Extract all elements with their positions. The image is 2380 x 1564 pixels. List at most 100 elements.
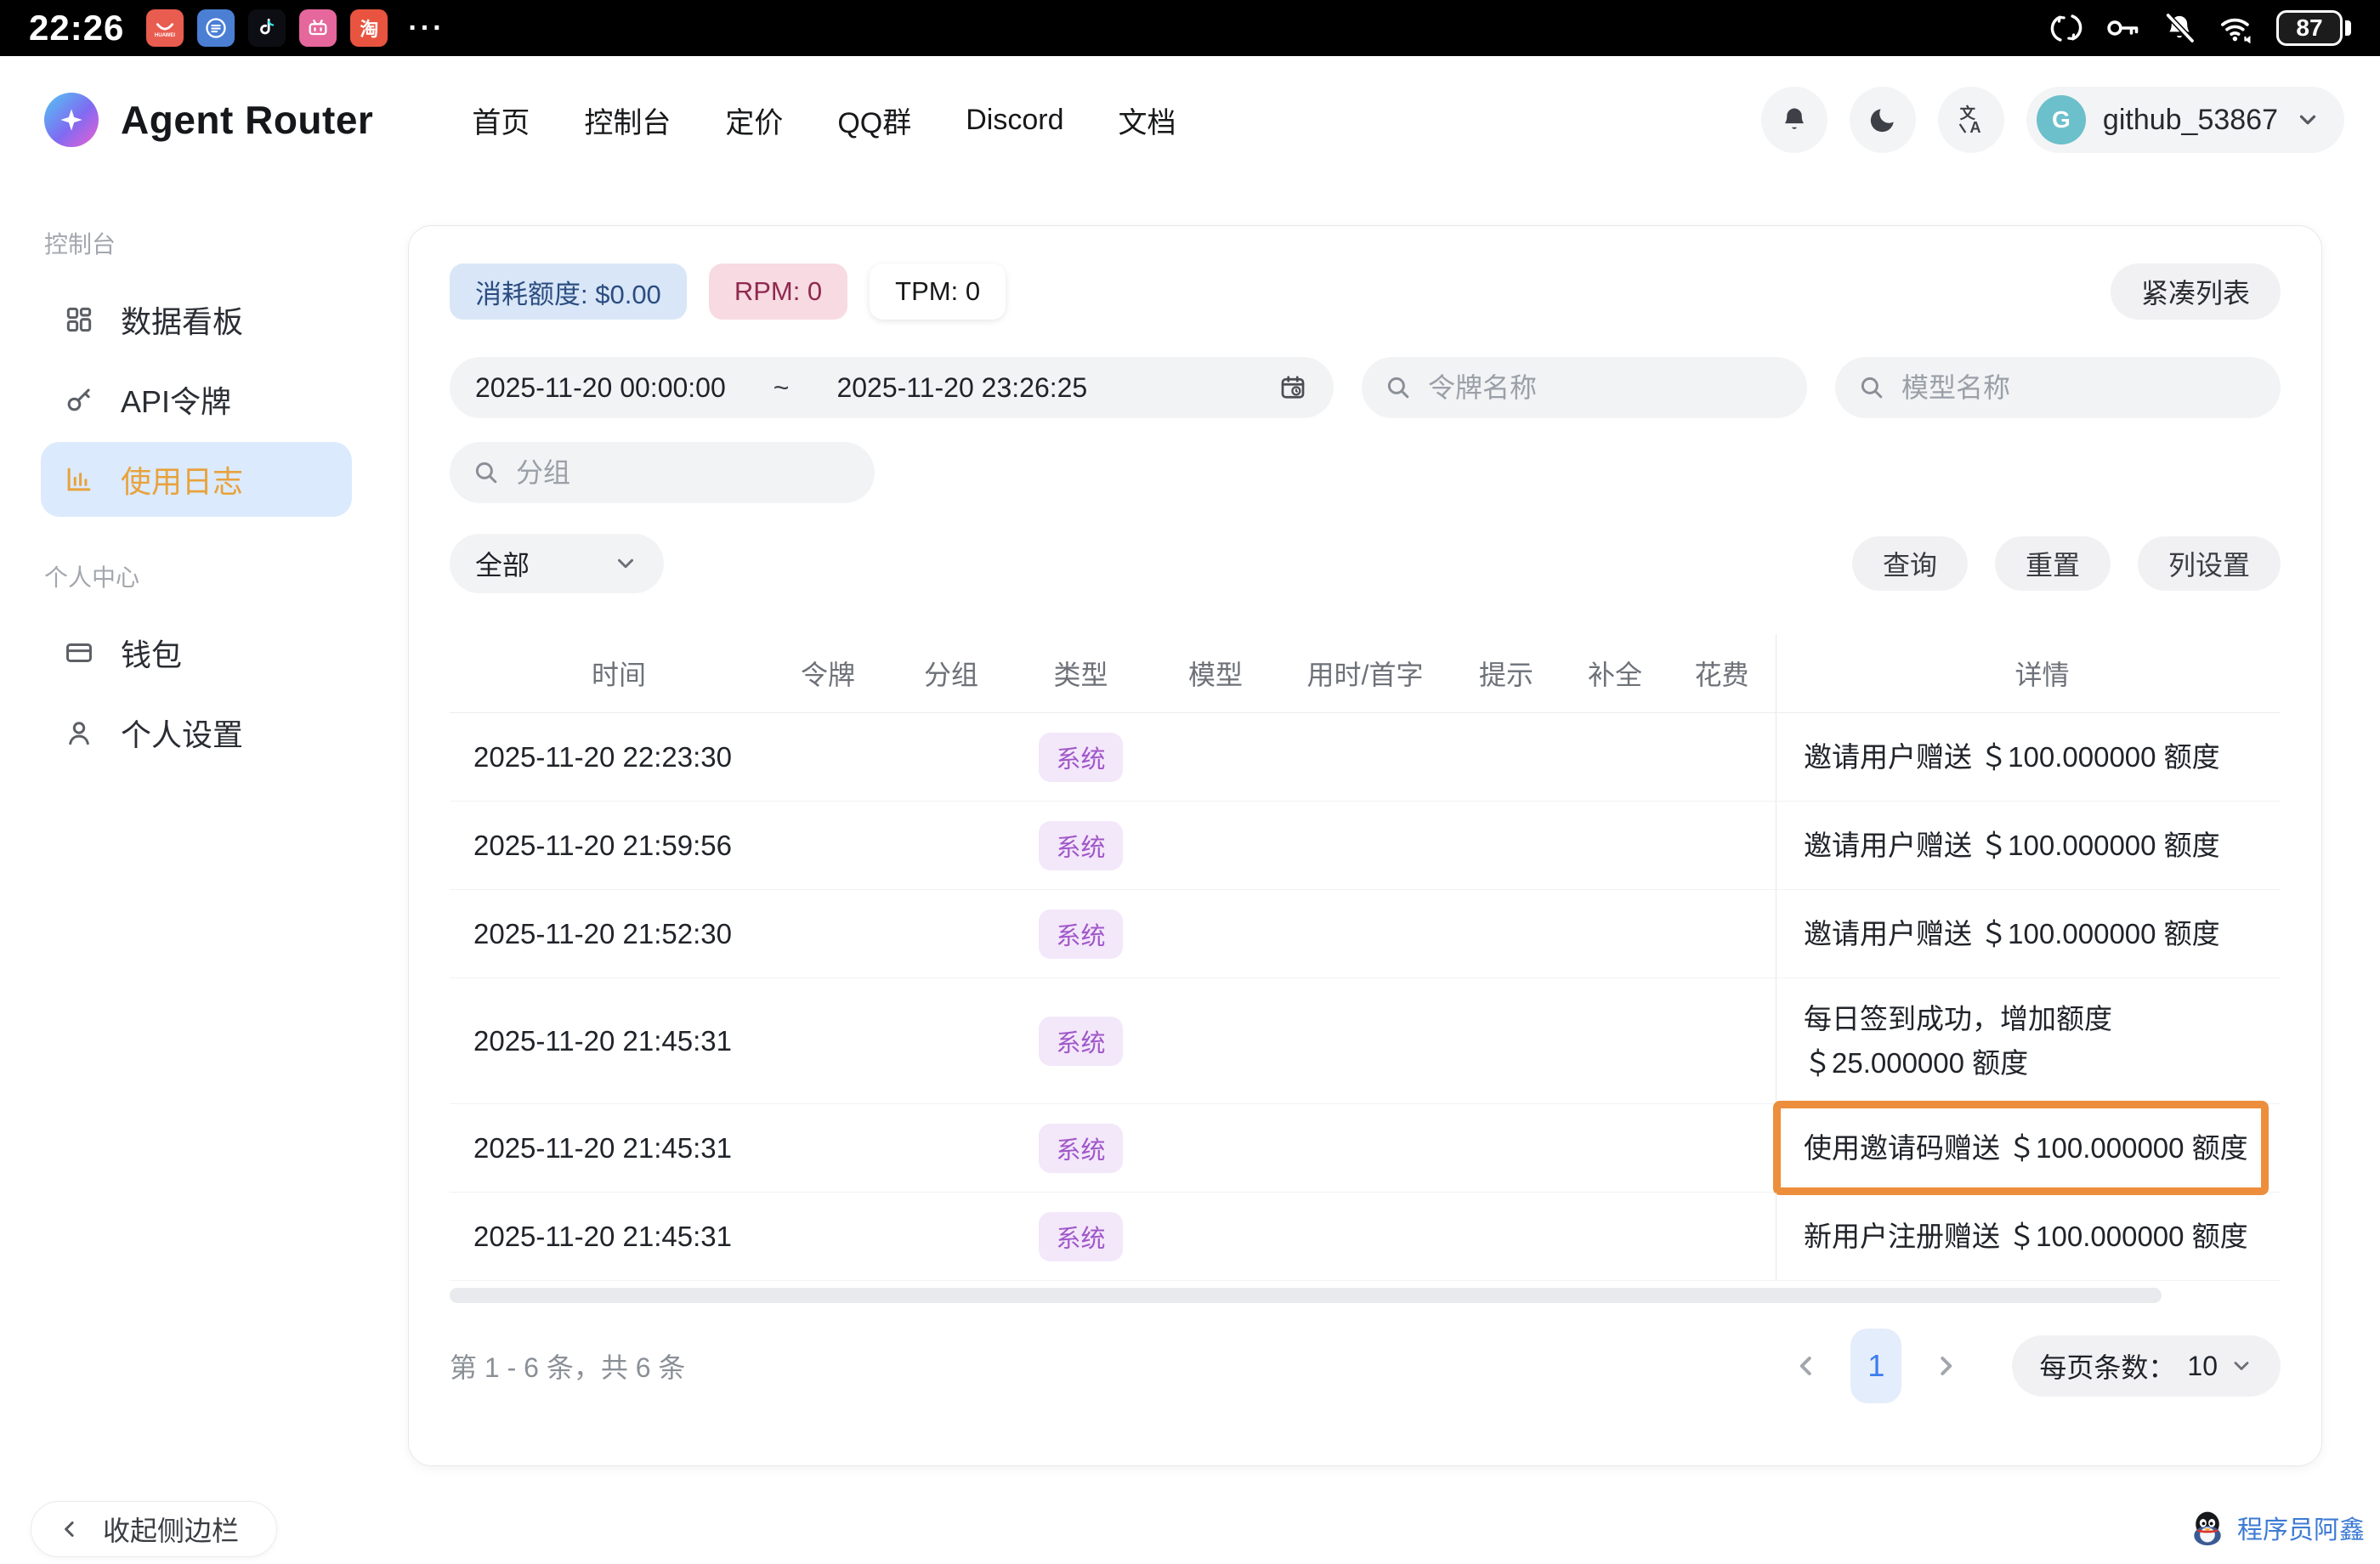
battery-percent: 87 [2296, 14, 2322, 42]
compact-list-button[interactable]: 紧凑列表 [2111, 264, 2281, 320]
cell-model [1151, 1104, 1280, 1192]
cell-latency [1280, 978, 1450, 1103]
date-start: 2025-11-20 00:00:00 [475, 372, 726, 404]
cell-type: 系统 [1011, 978, 1151, 1103]
token-name-input[interactable] [1428, 372, 1785, 404]
cell-group [892, 1104, 1011, 1192]
nav-console[interactable]: 控制台 [584, 99, 671, 141]
cell-token [764, 1193, 892, 1280]
group-search[interactable] [450, 442, 875, 503]
user-menu[interactable]: G github_53867 [2026, 87, 2344, 153]
table-row[interactable]: 2025-11-20 21:59:56 系统 邀请用户赠送 ＄100.00000… [450, 802, 2281, 890]
status-app-icons: HUAWEI 淘 ··· [146, 9, 445, 47]
app-header: Agent Router 首页 控制台 定价 QQ群 Discord 文档 文A… [0, 56, 2380, 184]
token-name-search[interactable] [1362, 357, 1807, 418]
brand-logo-icon[interactable] [44, 93, 99, 147]
phone-clone-icon [197, 9, 235, 47]
dashboard-icon [63, 303, 95, 336]
cell-token [764, 802, 892, 889]
nav-qq-group[interactable]: QQ群 [837, 99, 911, 141]
horizontal-scrollbar[interactable] [450, 1288, 2162, 1303]
cell-token [764, 978, 892, 1103]
cell-completion [1562, 1104, 1668, 1192]
col-group: 分组 [892, 634, 1011, 712]
moon-icon [1867, 104, 1899, 136]
table-row[interactable]: 2025-11-20 22:23:30 系统 邀请用户赠送 ＄100.00000… [450, 713, 2281, 802]
table-row[interactable]: 2025-11-20 21:45:31 系统 新用户注册赠送 ＄100.0000… [450, 1193, 2281, 1281]
table-row[interactable]: 2025-11-20 21:45:31 系统 每日签到成功，增加额度 ＄25.0… [450, 978, 2281, 1104]
sidebar-item-usage-logs[interactable]: 使用日志 [41, 442, 352, 517]
sidebar-item-settings[interactable]: 个人设置 [41, 695, 352, 770]
sidebar-item-label: 数据看板 [121, 298, 243, 342]
collapse-sidebar-button[interactable]: 收起侧边栏 [31, 1501, 277, 1557]
next-page-button[interactable] [1930, 1351, 1961, 1381]
col-model: 模型 [1151, 634, 1280, 712]
svg-text:HUAWEI: HUAWEI [155, 33, 176, 38]
sidebar-item-wallet[interactable]: 钱包 [41, 615, 352, 690]
cell-group [892, 978, 1011, 1103]
cell-completion [1562, 713, 1668, 801]
dark-mode-button[interactable] [1850, 87, 1916, 153]
collapse-sidebar-label: 收起侧边栏 [103, 1510, 239, 1549]
key-icon [63, 383, 95, 416]
nav-pricing[interactable]: 定价 [725, 99, 783, 141]
reset-button[interactable]: 重置 [1995, 536, 2111, 591]
battery-icon: 87 [2276, 10, 2351, 46]
cell-cost [1668, 713, 1776, 801]
status-bar: 22:26 HUAWEI 淘 ··· 87 [0, 0, 2380, 56]
cell-type: 系统 [1011, 1104, 1151, 1192]
cell-group [892, 1193, 1011, 1280]
cell-token [764, 1104, 892, 1192]
col-prompt: 提示 [1450, 634, 1562, 712]
cell-prompt [1450, 978, 1562, 1103]
col-detail: 详情 [1776, 634, 2281, 712]
notifications-button[interactable] [1761, 87, 1828, 153]
page-number-1[interactable]: 1 [1850, 1329, 1901, 1403]
date-separator: ~ [774, 372, 790, 404]
bilibili-icon [299, 9, 337, 47]
brand-name[interactable]: Agent Router [121, 97, 373, 143]
cell-completion [1562, 890, 1668, 978]
page-size-select[interactable]: 每页条数： 10 [2012, 1335, 2281, 1397]
cell-model [1151, 802, 1280, 889]
column-settings-button[interactable]: 列设置 [2138, 536, 2281, 591]
cell-time: 2025-11-20 21:45:31 [450, 1104, 764, 1192]
search-icon [472, 458, 501, 487]
prev-page-button[interactable] [1791, 1351, 1822, 1381]
nav-docs[interactable]: 文档 [1118, 99, 1176, 141]
cell-time: 2025-11-20 21:59:56 [450, 802, 764, 889]
language-button[interactable]: 文A [1938, 87, 2004, 153]
date-range-picker[interactable]: 2025-11-20 00:00:00 ~ 2025-11-20 23:26:2… [450, 357, 1334, 418]
key-icon [2105, 12, 2140, 44]
table-row[interactable]: 2025-11-20 21:52:30 系统 邀请用户赠送 ＄100.00000… [450, 890, 2281, 978]
type-filter-select[interactable]: 全部 [450, 534, 664, 593]
cell-cost [1668, 802, 1776, 889]
page-size-label: 每页条数： [2039, 1346, 2175, 1386]
page-size-value: 10 [2187, 1351, 2218, 1382]
tpm-badge: TPM: 0 [870, 264, 1006, 320]
sidebar-item-dashboard[interactable]: 数据看板 [41, 282, 352, 357]
group-input[interactable] [516, 457, 853, 489]
cell-latency [1280, 1193, 1450, 1280]
huawei-store-icon: HUAWEI [146, 9, 184, 47]
cell-detail-highlighted: 使用邀请码赠送 ＄100.000000 额度 [1776, 1104, 2281, 1192]
nav-home[interactable]: 首页 [472, 99, 530, 141]
sidebar-item-api-tokens[interactable]: API令牌 [41, 362, 352, 437]
cell-model [1151, 978, 1280, 1103]
cell-cost [1668, 1193, 1776, 1280]
col-cost: 花费 [1668, 634, 1776, 712]
cell-group [892, 802, 1011, 889]
person-icon [63, 717, 95, 749]
cell-group [892, 890, 1011, 978]
cell-latency [1280, 890, 1450, 978]
col-completion: 补全 [1562, 634, 1668, 712]
usage-log-table: 时间 令牌 分组 类型 模型 用时/首字 提示 补全 花费 详情 2025-11… [450, 634, 2281, 1303]
clock: 22:26 [29, 8, 124, 48]
table-row-highlighted[interactable]: 2025-11-20 21:45:31 系统 使用邀请码赠送 ＄100.0000… [450, 1104, 2281, 1193]
tiktok-icon [248, 9, 286, 47]
query-button[interactable]: 查询 [1852, 536, 1968, 591]
model-name-search[interactable] [1835, 357, 2281, 418]
model-name-input[interactable] [1901, 372, 2258, 404]
nav-discord[interactable]: Discord [966, 104, 1063, 137]
usage-log-panel: 消耗额度: $0.00 RPM: 0 TPM: 0 紧凑列表 2025-11-2… [408, 225, 2322, 1466]
